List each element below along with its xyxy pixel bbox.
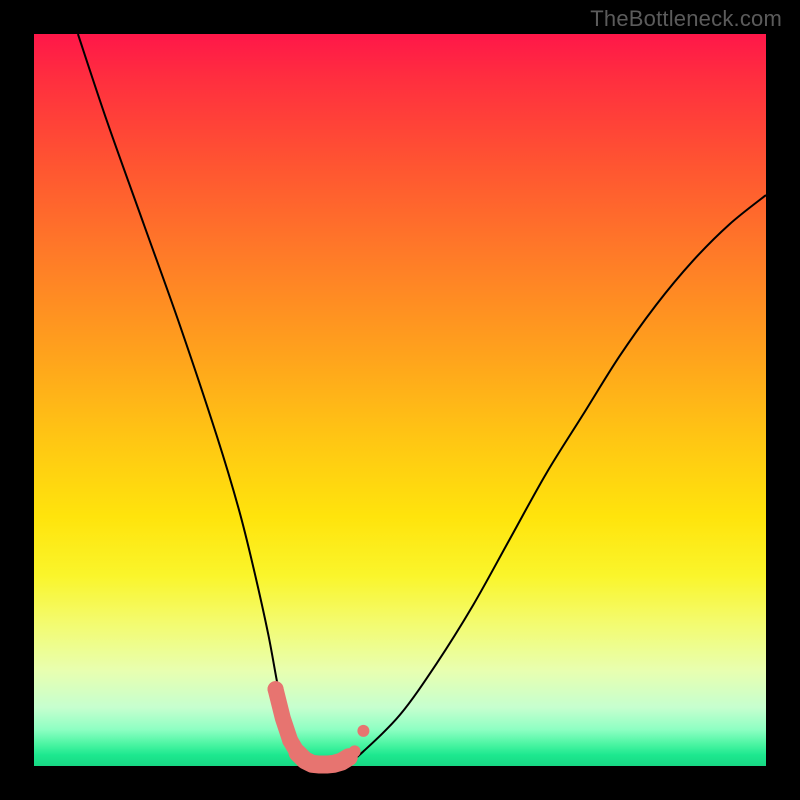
target-marker-dot	[357, 725, 369, 737]
chart-frame: TheBottleneck.com	[0, 0, 800, 800]
curve-layer	[0, 0, 800, 800]
target-range-left	[276, 689, 305, 760]
target-marker-dot	[282, 732, 298, 748]
bottleneck-curve	[78, 34, 766, 767]
target-marker-dot	[268, 681, 284, 697]
target-marker-dot	[349, 745, 361, 757]
